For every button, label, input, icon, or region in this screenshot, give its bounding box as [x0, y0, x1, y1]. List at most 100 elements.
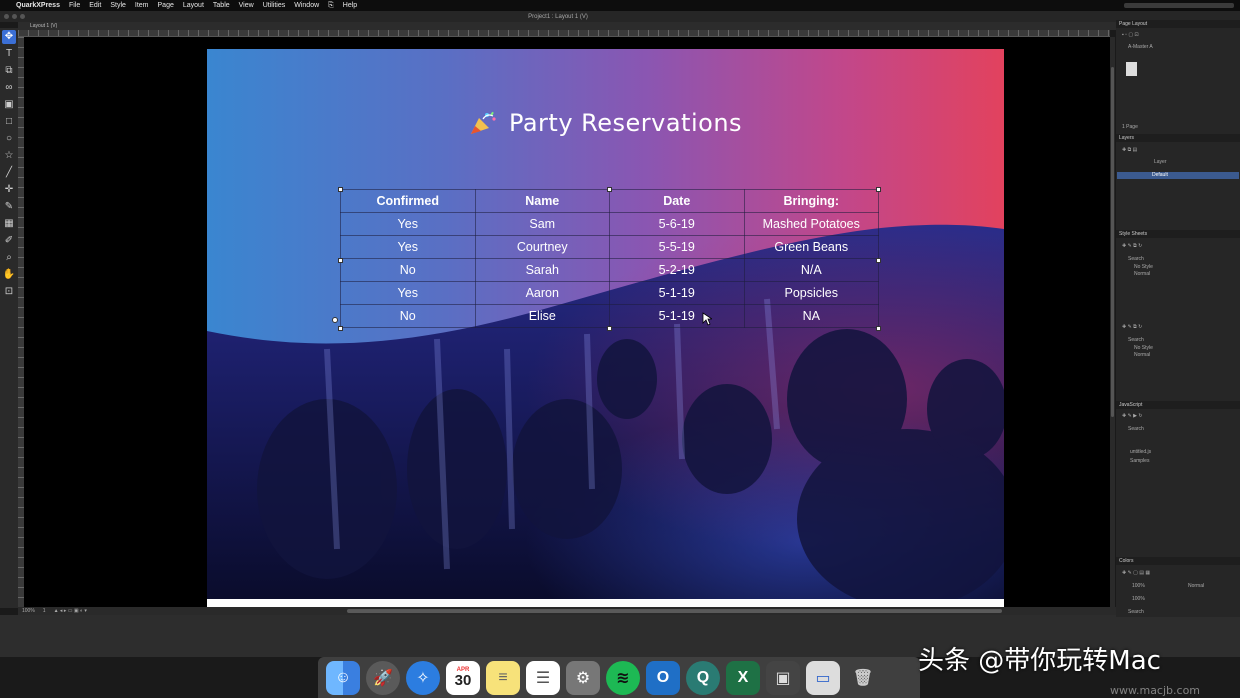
- table-tool-icon[interactable]: ▦: [2, 217, 16, 231]
- screenshot-icon[interactable]: ▣: [766, 660, 800, 695]
- linking-tool-icon[interactable]: ∞: [2, 81, 16, 95]
- char-style-row[interactable]: Normal: [1134, 352, 1150, 358]
- layer-row-selected[interactable]: Default: [1152, 172, 1168, 178]
- table-cell[interactable]: NA: [743, 304, 879, 328]
- menu-page[interactable]: Page: [158, 2, 174, 9]
- resize-handle[interactable]: [607, 326, 612, 331]
- picture-box-tool-icon[interactable]: ▣: [2, 98, 16, 112]
- header-date[interactable]: Date: [609, 189, 745, 213]
- char-style-toolbar[interactable]: ✚ ✎ ⧉ ↻: [1122, 324, 1142, 330]
- resize-handle[interactable]: [338, 187, 343, 192]
- starburst-tool-icon[interactable]: ☆: [2, 149, 16, 163]
- layers-panel-header[interactable]: Layers: [1116, 134, 1240, 142]
- horizontal-scroll-thumb[interactable]: [347, 609, 1002, 613]
- menu-item[interactable]: Item: [135, 2, 149, 9]
- header-bringing[interactable]: Bringing:: [743, 189, 879, 213]
- system-preferences-icon[interactable]: ⚙: [566, 660, 600, 695]
- resize-handle[interactable]: [338, 326, 343, 331]
- resize-handle[interactable]: [876, 326, 881, 331]
- text-content-tool-icon[interactable]: T: [2, 47, 16, 61]
- horizontal-ruler[interactable]: [18, 30, 1110, 37]
- calendar-icon[interactable]: APR 30: [446, 660, 480, 695]
- table-cell[interactable]: Sarah: [474, 258, 610, 282]
- table-cell[interactable]: 5-1-19: [609, 281, 745, 305]
- menu-layout[interactable]: Layout: [183, 2, 204, 9]
- colors-search-field[interactable]: Search: [1128, 609, 1144, 615]
- style-search-field[interactable]: Search: [1128, 256, 1144, 262]
- resize-handle[interactable]: [338, 258, 343, 263]
- line-tool-icon[interactable]: ╱: [2, 166, 16, 180]
- eyedropper-tool-icon[interactable]: ✐: [2, 234, 16, 248]
- table-cell[interactable]: Popsicles: [743, 281, 879, 305]
- table-cell[interactable]: Green Beans: [743, 235, 879, 259]
- reservations-table[interactable]: Confirmed Name Date Bringing: Yes Sam 5-…: [340, 189, 879, 328]
- menu-edit[interactable]: Edit: [89, 2, 101, 9]
- page-title[interactable]: Party Reservations: [207, 109, 1004, 137]
- table-cell[interactable]: N/A: [743, 258, 879, 282]
- table-cell[interactable]: Aaron: [474, 281, 610, 305]
- menu-view[interactable]: View: [239, 2, 254, 9]
- color-opacity-field[interactable]: 100%: [1132, 596, 1145, 602]
- script-row[interactable]: Samples: [1130, 458, 1149, 464]
- resize-handle[interactable]: [876, 187, 881, 192]
- table-cell[interactable]: Courtney: [474, 235, 610, 259]
- layers-toolbar[interactable]: ✚ ⧉ ▤: [1122, 147, 1137, 153]
- outlook-icon[interactable]: O: [646, 660, 680, 695]
- spotify-icon[interactable]: ≋: [606, 660, 640, 695]
- style-row[interactable]: Normal: [1134, 271, 1150, 277]
- close-window-button[interactable]: [4, 14, 9, 19]
- menu-window[interactable]: Window: [294, 2, 319, 9]
- menu-help[interactable]: Help: [343, 2, 357, 9]
- picture-content-tool-icon[interactable]: ⧉: [2, 64, 16, 78]
- menu-app-name[interactable]: QuarkXPress: [16, 2, 60, 9]
- table-cell[interactable]: 5-5-19: [609, 235, 745, 259]
- table-cell[interactable]: 5-1-19: [609, 304, 745, 328]
- javascript-toolbar[interactable]: ✚ ✎ ▶ ↻: [1122, 413, 1143, 419]
- trash-icon[interactable]: 🗑: [846, 661, 880, 695]
- table-cell[interactable]: 5-6-19: [609, 212, 745, 236]
- script-row[interactable]: untitled.js: [1130, 449, 1151, 455]
- table-cell[interactable]: Yes: [340, 235, 476, 259]
- zoom-level[interactable]: 100%: [22, 608, 35, 614]
- reminders-icon[interactable]: ☰: [526, 660, 560, 695]
- char-style-row[interactable]: No Style: [1134, 345, 1153, 351]
- char-style-search-field[interactable]: Search: [1128, 337, 1144, 343]
- page-nav-icons[interactable]: ▲ ◂ ▸ ▭ ▣ ◐ ▾: [54, 608, 87, 614]
- page-layout-toolbar[interactable]: ▪ ▫ ▢ ⊡: [1122, 32, 1139, 38]
- style-sheets-toolbar[interactable]: ✚ ✎ ⧉ ↻: [1122, 243, 1142, 249]
- vertical-scroll-thumb[interactable]: [1111, 67, 1114, 417]
- table-cell[interactable]: Mashed Potatoes: [743, 212, 879, 236]
- header-confirmed[interactable]: Confirmed: [340, 189, 476, 213]
- table-cell[interactable]: No: [340, 304, 476, 328]
- table-cell[interactable]: Yes: [340, 281, 476, 305]
- menu-file[interactable]: File: [69, 2, 80, 9]
- style-sheets-panel-header[interactable]: Style Sheets: [1116, 230, 1240, 238]
- javascript-panel-header[interactable]: JavaScript: [1116, 401, 1240, 409]
- preview-icon[interactable]: ▭: [806, 660, 840, 695]
- rotation-handle[interactable]: [332, 317, 338, 323]
- crop-tool-icon[interactable]: ⊡: [2, 285, 16, 299]
- finder-icon[interactable]: ☺: [326, 660, 360, 695]
- style-row[interactable]: No Style: [1134, 264, 1153, 270]
- item-tool-icon[interactable]: ✥: [2, 30, 16, 44]
- hand-tool-icon[interactable]: ✋: [2, 268, 16, 282]
- table-cell[interactable]: No: [340, 258, 476, 282]
- script-menu-icon[interactable]: ⎘: [328, 2, 334, 10]
- minimize-window-button[interactable]: [12, 14, 17, 19]
- table-cell[interactable]: 5-2-19: [609, 258, 745, 282]
- pen-tool-icon[interactable]: ✎: [2, 200, 16, 214]
- page-layout-panel-header[interactable]: Page Layout: [1116, 20, 1240, 28]
- resize-handle[interactable]: [607, 187, 612, 192]
- safari-icon[interactable]: ✧: [406, 660, 440, 695]
- document-page[interactable]: Party Reservations Confirmed Name Date B…: [207, 49, 1004, 599]
- colors-toolbar[interactable]: ✚ ✎ ▢ ▤ ▦: [1122, 570, 1150, 576]
- notes-icon[interactable]: ≡: [486, 660, 520, 695]
- vertical-scrollbar[interactable]: [1110, 37, 1115, 607]
- table-cell[interactable]: Elise: [474, 304, 610, 328]
- color-shade-field[interactable]: 100%: [1132, 583, 1145, 589]
- master-page-label[interactable]: A-Master A: [1128, 44, 1153, 50]
- page-number[interactable]: 1: [43, 608, 46, 614]
- excel-icon[interactable]: X: [726, 660, 760, 695]
- resize-handle[interactable]: [876, 258, 881, 263]
- header-name[interactable]: Name: [474, 189, 610, 213]
